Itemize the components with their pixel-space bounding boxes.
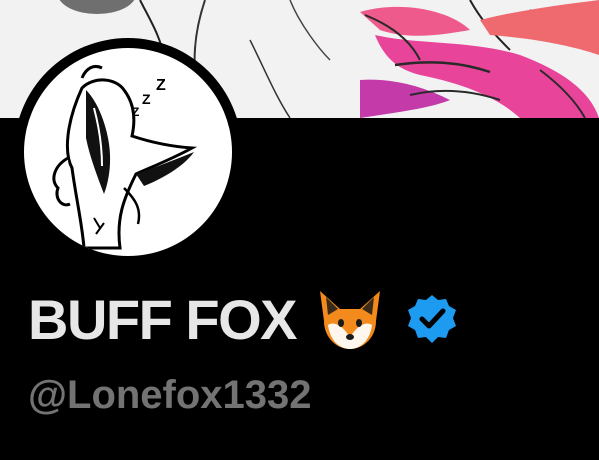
- fox-sketch-image: Z Z Z: [52, 64, 198, 250]
- display-name-row: BUFF FOX: [28, 284, 458, 354]
- svg-text:Z: Z: [156, 77, 166, 94]
- display-name: BUFF FOX: [28, 287, 297, 351]
- fox-face-icon: [319, 291, 380, 349]
- user-handle: @Lonefox1332: [28, 373, 312, 417]
- avatar[interactable]: Z Z Z: [24, 48, 232, 256]
- svg-text:Z: Z: [142, 91, 151, 107]
- verified-badge-icon[interactable]: [406, 293, 458, 345]
